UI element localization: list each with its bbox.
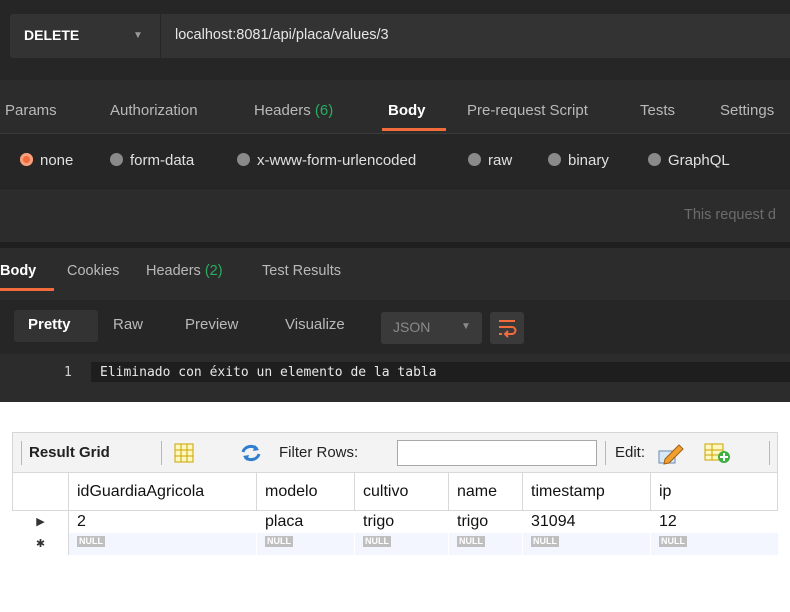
tab-tests[interactable]: Tests [640,102,675,119]
method-dropdown[interactable]: DELETE ▼ [10,14,160,58]
request-url-bar: DELETE ▼ localhost:8081/api/placa/values… [0,0,790,80]
radio-graphql[interactable]: GraphQL [648,152,730,169]
null-badge: NULL [531,535,559,547]
null-cell[interactable]: NULL [68,532,257,555]
grid-layout-icon[interactable] [173,442,195,469]
edit-pencil-icon[interactable] [657,441,685,470]
radio-selected-icon [20,153,33,166]
column-header[interactable]: timestamp [522,472,651,511]
null-badge: NULL [77,535,105,547]
workbench-result-panel: Result Grid Filter Rows: Edit: idGuardia… [12,432,778,562]
null-cell[interactable]: NULL [354,532,449,555]
toolbar-separator [769,441,770,465]
current-row-icon: ▶ [12,510,69,533]
result-grid: idGuardiaAgricola modelo cultivo name ti… [12,472,778,555]
url-text: localhost:8081/api/placa/values/3 [175,27,389,43]
cell-cultivo[interactable]: trigo [354,510,449,533]
edit-label: Edit: [615,444,646,461]
url-input[interactable]: localhost:8081/api/placa/values/3 [161,14,790,58]
radio-none[interactable]: none [20,152,73,169]
format-select[interactable]: JSON ▼ [381,312,482,344]
row-selector-header[interactable] [12,472,69,511]
response-tab-test-results[interactable]: Test Results [262,263,341,279]
filter-rows-input[interactable] [397,440,597,466]
tool-preview[interactable]: Preview [185,316,238,333]
response-code: 1 Eliminado con éxito un elemento de la … [0,356,790,402]
tool-visualize[interactable]: Visualize [285,316,345,333]
radio-icon [110,153,123,166]
tab-headers[interactable]: Headers (6) [254,102,333,119]
null-badge: NULL [363,535,391,547]
radio-icon [548,153,561,166]
wrap-lines-icon [499,320,517,338]
request-tabs: Params Authorization Headers (6) Body Pr… [0,86,790,134]
headers-count: (6) [314,102,334,119]
toolbar-separator [605,441,606,465]
response-tab-headers[interactable]: Headers (2) [146,263,223,279]
null-badge: NULL [659,535,687,547]
method-label: DELETE [24,27,80,43]
tool-pretty[interactable]: Pretty [28,316,71,333]
format-select-label: JSON [393,319,431,335]
column-header[interactable]: idGuardiaAgricola [68,472,257,511]
response-headers-count: (2) [204,263,223,279]
toolbar-separator [161,441,162,465]
postman-panel: DELETE ▼ localhost:8081/api/placa/values… [0,0,790,402]
new-row-icon: ✱ [12,532,69,555]
refresh-icon[interactable] [239,442,263,469]
cell-timestamp[interactable]: 31094 [522,510,651,533]
null-cell[interactable]: NULL [448,532,523,555]
radio-raw[interactable]: raw [468,152,512,169]
null-cell[interactable]: NULL [522,532,651,555]
tab-settings[interactable]: Settings [720,102,774,119]
new-row[interactable]: ✱ NULL NULL NULL NULL NULL NULL [12,532,778,555]
tab-params[interactable]: Params [5,102,57,119]
response-toolbar: Pretty Raw Preview Visualize JSON ▼ [0,300,790,354]
null-cell[interactable]: NULL [256,532,355,555]
grid-header-row: idGuardiaAgricola modelo cultivo name ti… [12,472,778,511]
code-text[interactable]: Eliminado con éxito un elemento de la ta… [100,365,437,380]
chevron-down-icon: ▼ [461,321,471,332]
column-header[interactable]: ip [650,472,778,511]
response-tabs: Body Cookies Headers (2) Test Results [0,248,790,294]
result-grid-label: Result Grid [29,444,110,461]
cell-idguardiaagricola[interactable]: 2 [68,510,257,533]
radio-form-data[interactable]: form-data [110,152,194,169]
radio-binary[interactable]: binary [548,152,609,169]
tab-body[interactable]: Body [388,102,426,119]
response-tab-cookies[interactable]: Cookies [67,263,119,279]
active-tab-underline [382,128,446,131]
chevron-down-icon: ▼ [133,30,143,41]
null-badge: NULL [457,535,485,547]
filter-rows-label: Filter Rows: [279,444,359,461]
radio-icon [237,153,250,166]
body-type-options: none form-data x-www-form-urlencoded raw… [0,134,790,188]
cell-ip[interactable]: 12 [650,510,778,533]
body-hint-text: This request d [684,207,776,223]
radio-x-www-form-urlencoded[interactable]: x-www-form-urlencoded [237,152,416,169]
column-header[interactable]: name [448,472,523,511]
add-row-icon[interactable] [703,441,731,470]
cell-name[interactable]: trigo [448,510,523,533]
line-number: 1 [64,365,72,380]
active-response-tab-underline [0,288,54,291]
column-header[interactable]: cultivo [354,472,449,511]
response-tab-body[interactable]: Body [0,263,36,279]
null-badge: NULL [265,535,293,547]
radio-icon [468,153,481,166]
toolbar-separator [21,441,22,465]
tab-authorization[interactable]: Authorization [110,102,198,119]
wrap-lines-button[interactable] [490,312,524,344]
tool-raw[interactable]: Raw [113,316,143,333]
null-cell[interactable]: NULL [650,532,778,555]
body-empty-area: This request d [0,188,790,242]
cell-modelo[interactable]: placa [256,510,355,533]
radio-icon [648,153,661,166]
table-row[interactable]: ▶ 2 placa trigo trigo 31094 12 [12,510,778,533]
column-header[interactable]: modelo [256,472,355,511]
result-toolbar: Result Grid Filter Rows: Edit: [12,432,778,472]
tab-pre-request-script[interactable]: Pre-request Script [467,102,588,119]
